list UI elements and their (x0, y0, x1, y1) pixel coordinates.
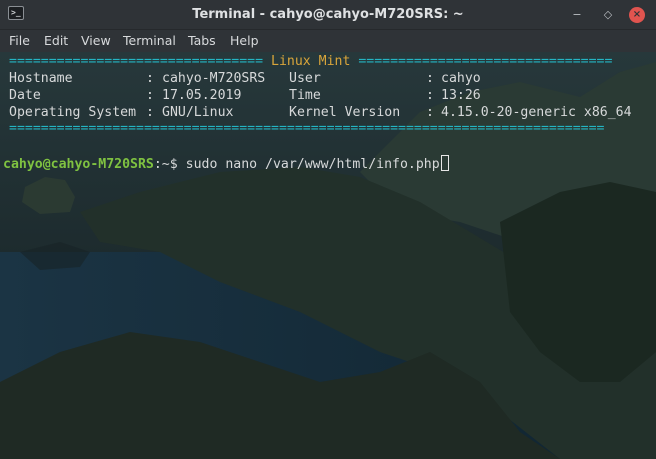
menu-bar: File Edit View Terminal Tabs Help (0, 30, 656, 52)
menu-edit[interactable]: Edit (44, 33, 68, 48)
menu-file[interactable]: File (9, 33, 30, 48)
title-bar[interactable]: >_ Terminal - cahyo@cahyo-M720SRS: ~ − ◇… (0, 0, 656, 30)
menu-help[interactable]: Help (230, 33, 259, 48)
minimize-button[interactable]: − (569, 7, 585, 23)
terminal-output: ================================ Linux M… (3, 54, 632, 172)
banner-bottom-line: ========================================… (9, 121, 605, 136)
close-button[interactable]: × (629, 7, 645, 23)
command-line[interactable]: cahyo@cahyo-M720SRS:~$ sudo nano /var/ww… (3, 155, 449, 172)
prompt-user-host: cahyo@cahyo-M720SRS (3, 157, 154, 172)
banner-top-line: ================================ Linux M… (9, 54, 613, 69)
command-text: sudo nano /var/www/html/info.php (185, 157, 440, 172)
maximize-button[interactable]: ◇ (600, 7, 616, 23)
text-cursor (440, 155, 449, 171)
menu-terminal[interactable]: Terminal (123, 33, 176, 48)
terminal-window: >_ Terminal - cahyo@cahyo-M720SRS: ~ − ◇… (0, 0, 656, 459)
terminal-area[interactable]: ================================ Linux M… (0, 52, 656, 459)
window-title: Terminal - cahyo@cahyo-M720SRS: ~ (192, 7, 464, 22)
menu-view[interactable]: View (81, 33, 111, 48)
banner-title: Linux Mint (263, 54, 359, 69)
menu-tabs[interactable]: Tabs (188, 33, 216, 48)
prompt-path: :~$ (153, 157, 186, 172)
